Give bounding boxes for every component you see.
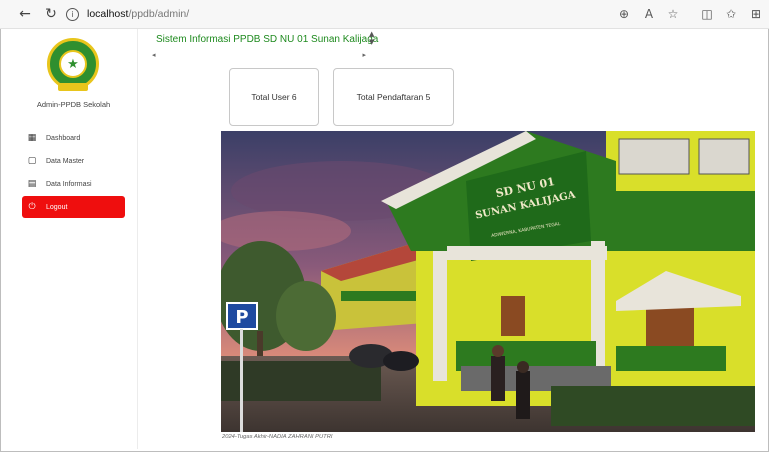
image-caption: 2024-Tugas Akhir-NADIA ZAHRANI PUTRI <box>222 434 333 440</box>
info-icon[interactable]: i <box>66 7 79 21</box>
url-path: /ppdb/admin/ <box>128 8 190 20</box>
back-arrow-icon[interactable]: ← <box>16 5 34 23</box>
sidebar-item-dashboard[interactable]: ▦ Dashboard <box>22 128 125 148</box>
horizontal-scrollbar[interactable]: ◂ ▸ <box>152 51 366 59</box>
document-icon: ▤ <box>27 179 37 189</box>
admin-name: Admin-PPDB Sekolah <box>36 100 111 109</box>
address-bar[interactable]: i localhost/ppdb/admin/ <box>66 5 189 23</box>
scroll-right-icon[interactable]: ▸ <box>362 51 366 59</box>
total-user-card: Total User 6 <box>229 68 319 126</box>
title-scroll-stepper[interactable]: ▲ ▼ <box>369 30 374 46</box>
total-pendaftaran-card: Total Pendaftaran 5 <box>333 68 454 126</box>
school-hero-image: SD NU 01 SUNAN KALIJAGA ADIWERNA, KABUPA… <box>221 131 755 432</box>
read-aloud-icon[interactable]: A <box>640 5 658 23</box>
reload-icon[interactable]: ↻ <box>42 5 60 23</box>
sidebar-item-data-master[interactable]: ▢ Data Master <box>22 151 125 171</box>
sidebar: ★ Admin-PPDB Sekolah ▦ Dashboard ▢ Data … <box>10 29 138 449</box>
page-title: Sistem Informasi PPDB SD NU 01 Sunan Kal… <box>156 34 379 45</box>
sidebar-item-label: Logout <box>46 203 68 211</box>
split-screen-icon[interactable]: ◫ <box>698 5 716 23</box>
zoom-icon[interactable]: ⊕ <box>615 5 633 23</box>
scroll-left-icon[interactable]: ◂ <box>152 51 156 59</box>
browser-toolbar: ← ↻ i localhost/ppdb/admin/ ⊕ A ☆ ◫ ✩ ⊞ <box>0 0 769 29</box>
power-icon: ⏻ <box>28 202 36 212</box>
file-icon: ▢ <box>27 156 37 166</box>
sidebar-item-data-informasi[interactable]: ▤ Data Informasi <box>22 174 125 194</box>
sidebar-item-label: Data Informasi <box>46 180 92 188</box>
total-user-text: Total User 6 <box>251 92 297 102</box>
url-host: localhost <box>87 8 129 20</box>
parking-sign-letter: P <box>235 307 248 328</box>
sidebar-item-label: Dashboard <box>46 134 81 142</box>
school-logo: ★ <box>47 38 99 91</box>
extensions-icon[interactable]: ⊞ <box>747 5 765 23</box>
dashboard-icon: ▦ <box>27 133 37 143</box>
logout-button[interactable]: ⏻ Logout <box>22 196 125 218</box>
total-pendaftaran-text: Total Pendaftaran 5 <box>356 92 431 102</box>
favorite-star-icon[interactable]: ☆ <box>664 5 682 23</box>
sidebar-item-label: Data Master <box>46 157 85 165</box>
favorites-icon[interactable]: ✩ <box>722 5 740 23</box>
